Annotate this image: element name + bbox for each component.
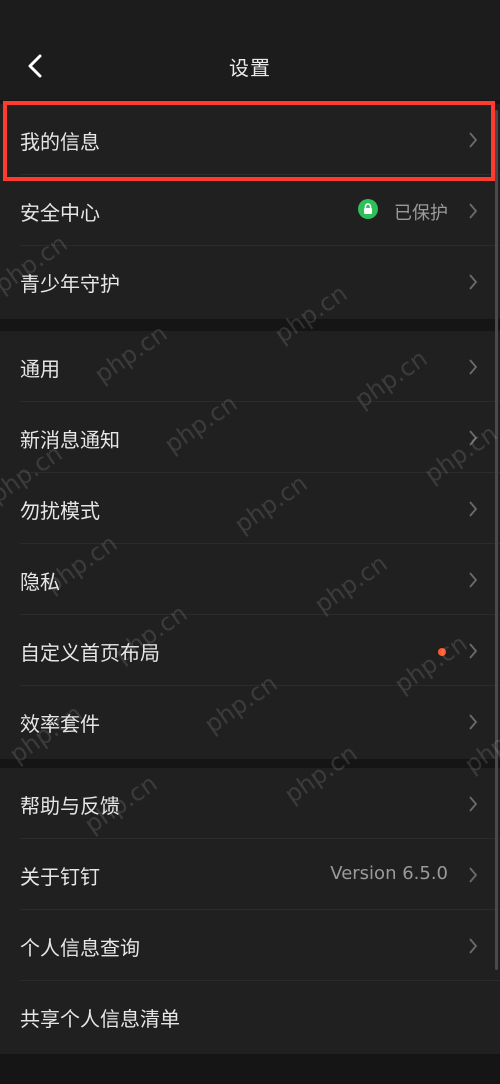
- row-security-center[interactable]: 安全中心 已保护: [0, 175, 500, 246]
- row-label: 共享个人信息清单: [20, 1007, 180, 1031]
- row-efficiency-suite[interactable]: 效率套件: [0, 686, 500, 757]
- top-bar: 设置: [0, 0, 500, 100]
- row-general[interactable]: 通用: [0, 331, 500, 402]
- page-title: 设置: [229, 56, 271, 80]
- row-label: 个人信息查询: [20, 936, 140, 960]
- chevron-right-icon: [469, 132, 478, 148]
- chevron-right-icon: [469, 203, 478, 219]
- row-new-message-notification[interactable]: 新消息通知: [0, 402, 500, 473]
- chevron-right-icon: [469, 867, 478, 883]
- chevron-right-icon: [469, 430, 478, 446]
- chevron-right-icon: [469, 572, 478, 588]
- row-about-dingtalk[interactable]: 关于钉钉 Version 6.5.0: [0, 839, 500, 910]
- chevron-right-icon: [469, 714, 478, 730]
- row-shared-info-list[interactable]: 共享个人信息清单: [0, 981, 500, 1052]
- row-label: 青少年守护: [20, 272, 120, 296]
- row-label: 通用: [20, 357, 60, 381]
- chevron-right-icon: [469, 938, 478, 954]
- row-privacy[interactable]: 隐私: [0, 544, 500, 615]
- chevron-right-icon: [469, 274, 478, 290]
- row-label: 效率套件: [20, 712, 100, 736]
- row-label: 勿扰模式: [20, 499, 100, 523]
- chevron-right-icon: [469, 643, 478, 659]
- row-personal-info-query[interactable]: 个人信息查询: [0, 910, 500, 981]
- row-teen-protection[interactable]: 青少年守护: [0, 246, 500, 317]
- row-label: 自定义首页布局: [20, 641, 160, 665]
- chevron-right-icon: [469, 796, 478, 812]
- row-label: 关于钉钉: [20, 865, 100, 889]
- row-my-info[interactable]: 我的信息: [0, 104, 500, 175]
- notification-dot: [438, 648, 446, 656]
- settings-group-account: 我的信息 安全中心 已保护 青少年守护: [0, 104, 500, 319]
- row-help-feedback[interactable]: 帮助与反馈: [0, 768, 500, 839]
- chevron-right-icon: [469, 501, 478, 517]
- row-label: 隐私: [20, 570, 60, 594]
- row-do-not-disturb[interactable]: 勿扰模式: [0, 473, 500, 544]
- security-status: 已保护: [394, 203, 448, 224]
- row-label: 帮助与反馈: [20, 794, 120, 818]
- row-custom-home-layout[interactable]: 自定义首页布局: [0, 615, 500, 686]
- scrollbar[interactable]: [495, 110, 498, 970]
- settings-group-general: 通用 新消息通知 勿扰模式 隐私 自定义首页布局 效率套件: [0, 331, 500, 759]
- row-label: 新消息通知: [20, 428, 120, 452]
- chevron-right-icon: [469, 359, 478, 375]
- version-text: Version 6.5.0: [330, 863, 448, 884]
- row-label: 安全中心: [20, 201, 100, 225]
- settings-group-about: 帮助与反馈 关于钉钉 Version 6.5.0 个人信息查询 共享个人信息清单: [0, 768, 500, 1054]
- lock-icon: [358, 199, 378, 219]
- row-label: 我的信息: [20, 130, 100, 154]
